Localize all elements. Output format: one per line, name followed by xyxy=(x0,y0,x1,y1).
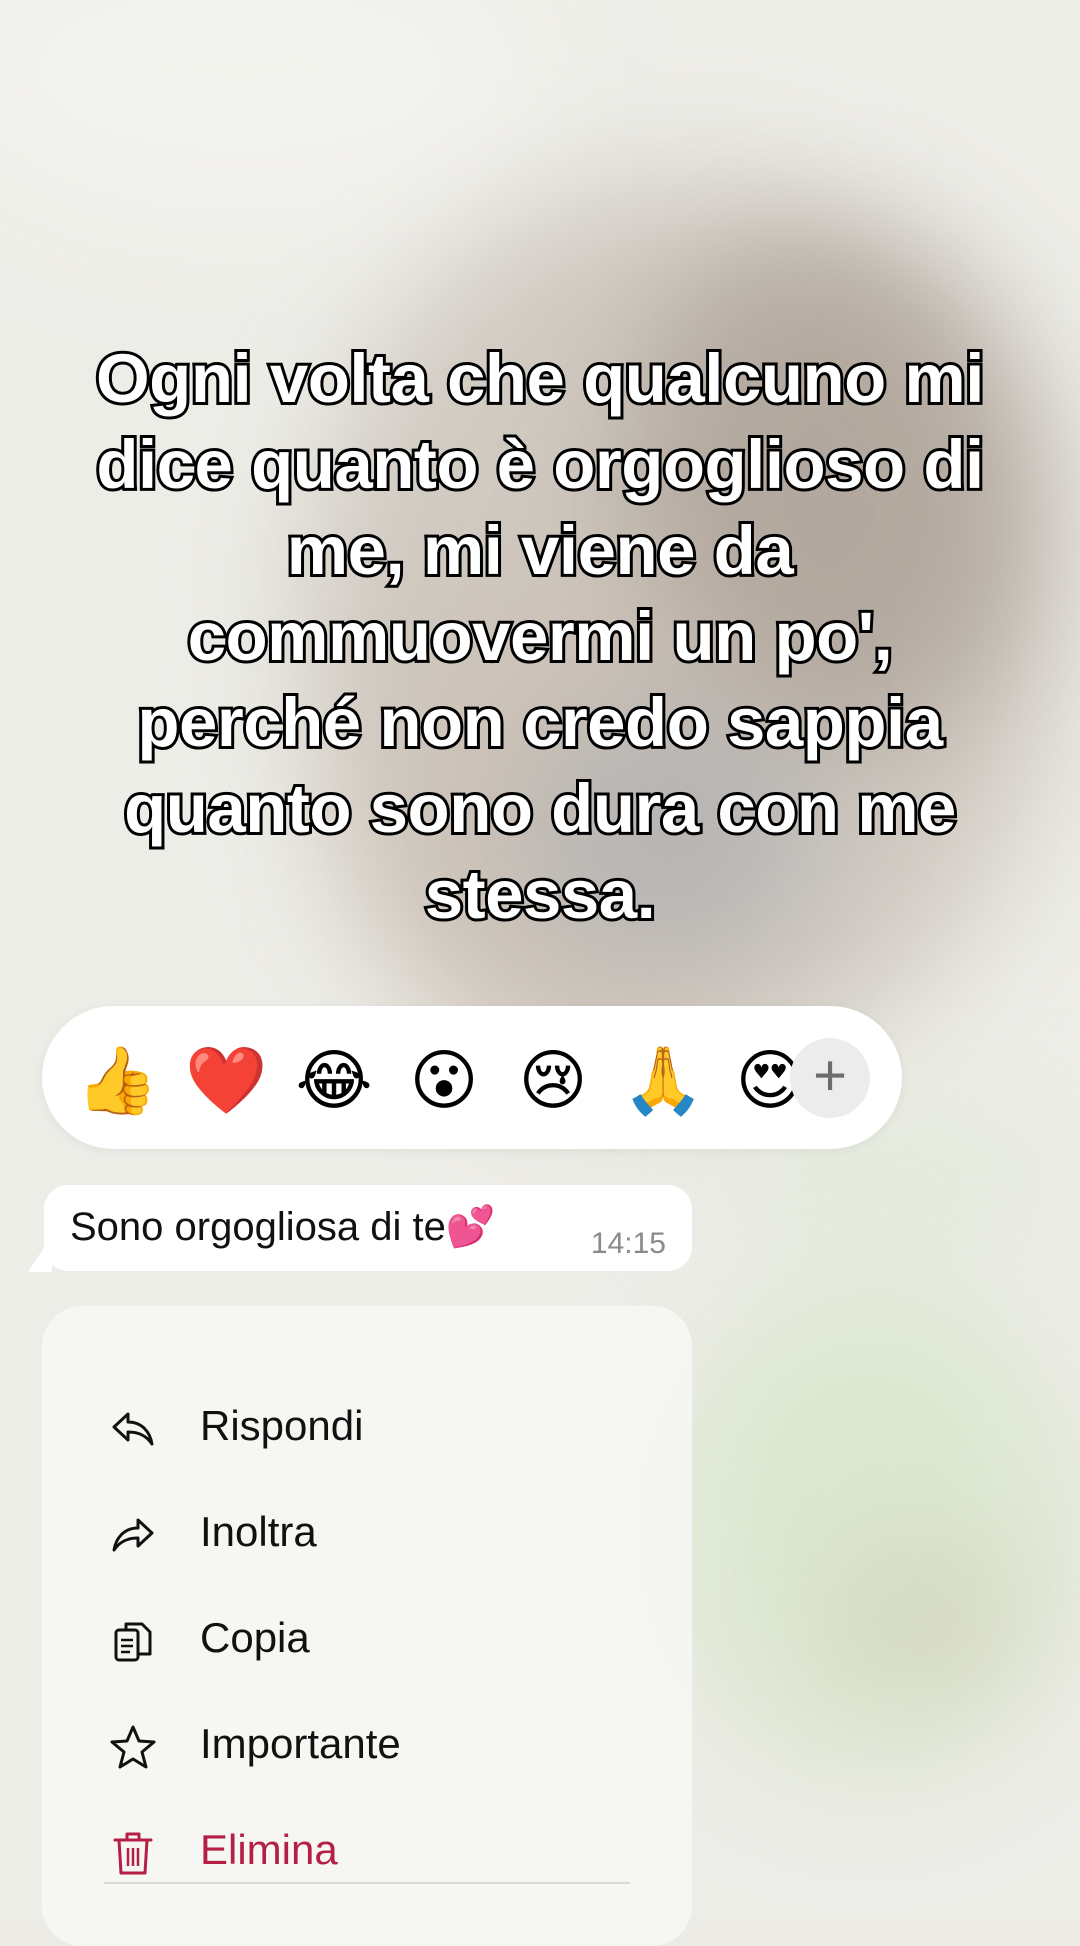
reaction-surprised[interactable]: 😮 xyxy=(404,1041,484,1121)
reaction-praying[interactable]: 🙏 xyxy=(622,1041,704,1121)
reaction-crying[interactable]: 😢 xyxy=(513,1041,593,1121)
menu-item-forward[interactable]: Inoltra xyxy=(42,1482,692,1582)
menu-item-reply-label: Rispondi xyxy=(200,1402,364,1449)
context-menu: Rispondi Inoltra Copia Importante Elimin… xyxy=(42,1306,692,1946)
reaction-bar: 👍 ❤️ 😂 😮 😢 🙏 😍 + xyxy=(42,1006,902,1149)
more-reactions-button[interactable]: + xyxy=(790,1038,870,1118)
reaction-heart[interactable]: ❤️ xyxy=(185,1041,267,1121)
menu-item-star[interactable]: Importante xyxy=(42,1694,692,1794)
menu-item-copy[interactable]: Copia xyxy=(42,1588,692,1688)
reply-icon xyxy=(112,1412,154,1446)
menu-divider xyxy=(104,1882,630,1884)
menu-item-reply[interactable]: Rispondi xyxy=(42,1376,692,1476)
overlay-caption: Ogni volta che qualcuno mi dice quanto è… xyxy=(93,337,987,936)
menu-item-delete[interactable]: Elimina xyxy=(42,1800,692,1900)
reaction-laughing[interactable]: 😂 xyxy=(294,1041,374,1121)
forward-icon xyxy=(112,1518,154,1552)
message-bubble[interactable]: Sono orgogliosa di te💕 14:15 xyxy=(44,1185,692,1271)
trash-icon xyxy=(113,1832,153,1875)
menu-item-forward-label: Inoltra xyxy=(200,1508,317,1555)
message-timestamp: 14:15 xyxy=(590,1227,666,1260)
menu-item-star-label: Importante xyxy=(200,1720,401,1767)
star-icon xyxy=(110,1725,156,1769)
message-text: Sono orgogliosa di te💕 xyxy=(70,1205,496,1249)
menu-item-copy-label: Copia xyxy=(200,1614,310,1661)
reaction-thumbs-up[interactable]: 👍 xyxy=(76,1041,158,1121)
copy-icon xyxy=(114,1622,152,1662)
menu-item-delete-label: Elimina xyxy=(200,1826,338,1873)
